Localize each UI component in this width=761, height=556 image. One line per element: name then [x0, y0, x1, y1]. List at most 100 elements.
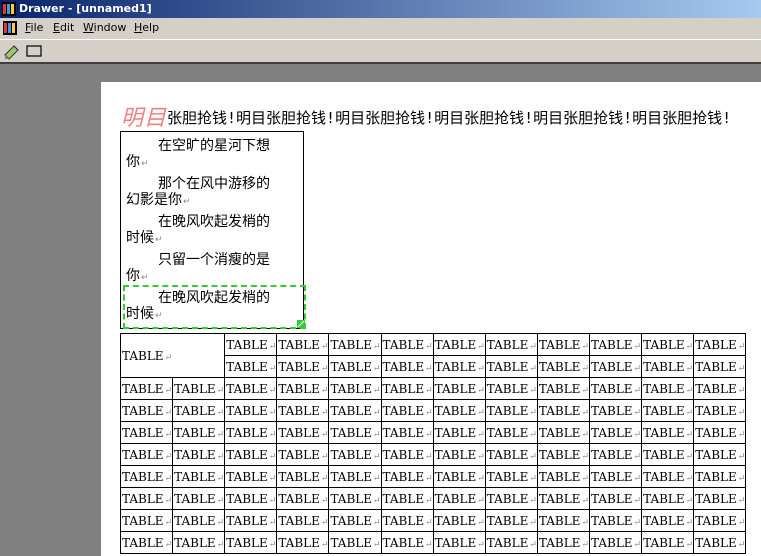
table-cell[interactable]: TABLE↵: [641, 487, 695, 510]
table-cell[interactable]: TABLE↵: [119, 531, 174, 554]
table-cell[interactable]: TABLE↵: [328, 399, 382, 422]
table-cell[interactable]: TABLE↵: [484, 333, 538, 356]
table-cell[interactable]: TABLE↵: [119, 399, 174, 422]
table-cell[interactable]: TABLE↵: [432, 443, 486, 466]
table-cell[interactable]: TABLE↵: [641, 333, 695, 356]
table-cell[interactable]: TABLE↵: [276, 531, 330, 554]
table-cell[interactable]: TABLE↵: [224, 487, 278, 510]
table-cell[interactable]: TABLE↵: [484, 399, 538, 422]
table-cell[interactable]: TABLE↵: [119, 509, 174, 532]
table-cell[interactable]: TABLE↵: [588, 465, 643, 488]
table-cell[interactable]: TABLE↵: [276, 487, 330, 510]
table-cell[interactable]: TABLE↵: [328, 421, 382, 444]
heading-text[interactable]: 明目张胆抢钱!明目张胆抢钱!明目张胆抢钱!明目张胆抢钱!明目张胆抢钱!明目张胆抢…: [121, 100, 731, 131]
table-grid[interactable]: TABLE↵ TABLE↵ TABLE↵ TABLE↵ TABLE↵ TABLE↵ TABL…: [119, 333, 747, 554]
table-cell[interactable]: TABLE↵: [276, 399, 330, 422]
table-cell[interactable]: TABLE↵: [432, 487, 486, 510]
table-cell[interactable]: TABLE↵: [224, 333, 278, 356]
table-cell[interactable]: TABLE↵: [224, 443, 278, 466]
table-cell[interactable]: TABLE↵: [276, 509, 330, 532]
table-cell[interactable]: TABLE↵: [484, 443, 538, 466]
table-cell[interactable]: TABLE↵: [432, 509, 486, 532]
table-cell[interactable]: TABLE↵: [432, 355, 486, 378]
table-cell[interactable]: TABLE↵: [641, 443, 695, 466]
table-cell[interactable]: TABLE↵: [693, 421, 747, 444]
table-cell[interactable]: TABLE↵: [380, 377, 434, 400]
table-cell[interactable]: TABLE↵: [641, 399, 695, 422]
table-cell[interactable]: TABLE↵: [588, 509, 643, 532]
table-cell[interactable]: TABLE↵: [536, 443, 590, 466]
table-cell[interactable]: TABLE↵: [380, 355, 434, 378]
menu-window[interactable]: Window: [83, 21, 126, 35]
table-cell[interactable]: TABLE↵: [380, 509, 434, 532]
table-cell[interactable]: TABLE↵: [536, 333, 590, 356]
menu-edit[interactable]: Edit: [53, 21, 74, 35]
resize-handle-icon[interactable]: [297, 320, 305, 328]
table-cell[interactable]: TABLE↵: [380, 333, 434, 356]
table-cell[interactable]: TABLE↵: [328, 465, 382, 488]
table-cell[interactable]: TABLE↵: [536, 421, 590, 444]
table-cell[interactable]: TABLE↵: [224, 421, 278, 444]
table-cell[interactable]: TABLE↵: [172, 465, 226, 488]
table-cell[interactable]: TABLE↵: [172, 399, 226, 422]
table-cell[interactable]: TABLE↵: [380, 421, 434, 444]
table-cell[interactable]: TABLE↵: [641, 509, 695, 532]
table-cell[interactable]: TABLE↵: [276, 333, 330, 356]
table-cell[interactable]: TABLE↵: [432, 377, 486, 400]
selected-paragraph[interactable]: [123, 285, 306, 329]
table-cell[interactable]: TABLE↵: [119, 465, 174, 488]
table-cell[interactable]: TABLE↵: [276, 355, 330, 378]
table-cell[interactable]: TABLE↵: [536, 355, 590, 378]
table-cell[interactable]: TABLE↵: [693, 487, 747, 510]
table-cell[interactable]: TABLE↵: [328, 355, 382, 378]
table-cell[interactable]: TABLE↵: [172, 487, 226, 510]
table-cell[interactable]: TABLE↵: [224, 509, 278, 532]
table-cell[interactable]: TABLE↵: [693, 377, 747, 400]
table-cell[interactable]: TABLE↵: [328, 509, 382, 532]
table-cell[interactable]: TABLE↵: [119, 333, 226, 378]
table-cell[interactable]: TABLE↵: [380, 399, 434, 422]
table-cell[interactable]: TABLE↵: [432, 465, 486, 488]
table-cell[interactable]: TABLE↵: [536, 377, 590, 400]
table-cell[interactable]: TABLE↵: [588, 531, 643, 554]
table-cell[interactable]: TABLE↵: [641, 465, 695, 488]
document-icon[interactable]: [3, 21, 17, 35]
table-cell[interactable]: TABLE↵: [536, 399, 590, 422]
menu-help[interactable]: Help: [134, 21, 159, 35]
poem-text-box[interactable]: 时候↵ 在晚风吹起发梢的 你↵ 只留一个消瘦的是 时候↵ 在晚风吹起发梢的 幻影是你↵ 那个在…: [120, 131, 306, 329]
table-cell[interactable]: TABLE↵: [224, 399, 278, 422]
table-cell[interactable]: TABLE↵: [693, 333, 747, 356]
table-cell[interactable]: TABLE↵: [224, 355, 278, 378]
table-cell[interactable]: TABLE↵: [641, 355, 695, 378]
table-cell[interactable]: TABLE↵: [641, 531, 695, 554]
rectangle-icon[interactable]: [24, 42, 44, 60]
table-cell[interactable]: TABLE↵: [432, 333, 486, 356]
table-cell[interactable]: TABLE↵: [119, 443, 174, 466]
table-cell[interactable]: TABLE↵: [224, 377, 278, 400]
table-cell[interactable]: TABLE↵: [432, 399, 486, 422]
table-cell[interactable]: TABLE↵: [432, 421, 486, 444]
table-cell[interactable]: TABLE↵: [328, 443, 382, 466]
table-cell[interactable]: TABLE↵: [693, 443, 747, 466]
table-cell[interactable]: TABLE↵: [276, 465, 330, 488]
table-cell[interactable]: TABLE↵: [119, 377, 174, 400]
table-cell[interactable]: TABLE↵: [484, 355, 538, 378]
table-cell[interactable]: TABLE↵: [172, 509, 226, 532]
table-cell[interactable]: TABLE↵: [328, 487, 382, 510]
table-cell[interactable]: TABLE↵: [536, 509, 590, 532]
table-cell[interactable]: TABLE↵: [588, 355, 643, 378]
table-cell[interactable]: TABLE↵: [328, 531, 382, 554]
table-cell[interactable]: TABLE↵: [588, 443, 643, 466]
menu-file[interactable]: File: [25, 21, 43, 35]
table-cell[interactable]: TABLE↵: [276, 421, 330, 444]
table-cell[interactable]: TABLE↵: [693, 355, 747, 378]
table-cell[interactable]: TABLE↵: [536, 487, 590, 510]
table-cell[interactable]: TABLE↵: [588, 377, 643, 400]
pencil-eraser-icon[interactable]: [2, 42, 22, 60]
table-cell[interactable]: TABLE↵: [484, 487, 538, 510]
table-cell[interactable]: TABLE↵: [380, 531, 434, 554]
table-cell[interactable]: TABLE↵: [119, 487, 174, 510]
table-cell[interactable]: TABLE↵: [484, 421, 538, 444]
table-cell[interactable]: TABLE↵: [172, 531, 226, 554]
table-cell[interactable]: TABLE↵: [432, 531, 486, 554]
